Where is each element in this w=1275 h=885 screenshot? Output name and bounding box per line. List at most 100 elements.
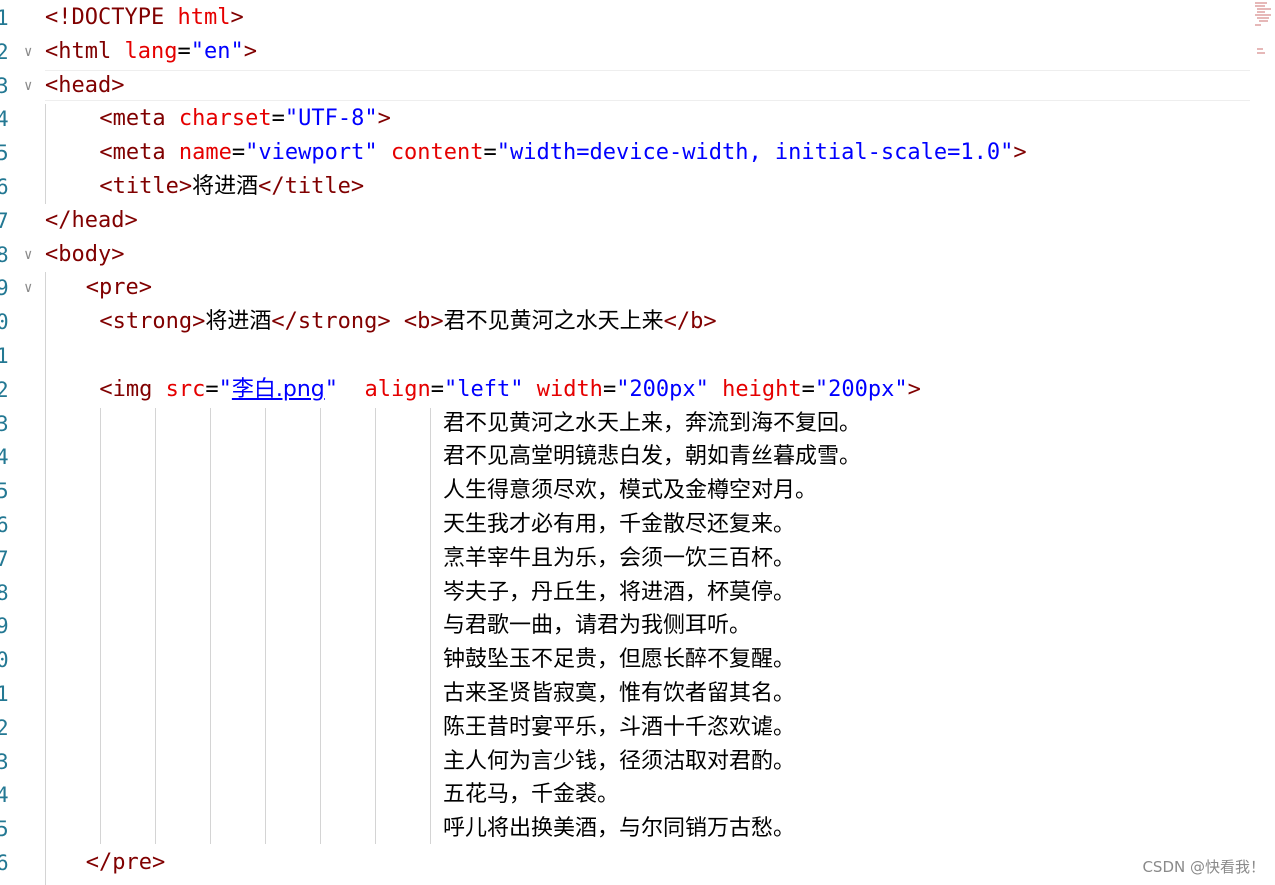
- code-token: content: [390, 140, 484, 166]
- code-token: 将进酒: [192, 174, 259, 199]
- code-token: ": [324, 376, 365, 402]
- line-number: 8: [0, 580, 9, 605]
- code-text: <pre>: [86, 271, 152, 305]
- line-number: 0: [0, 648, 9, 673]
- poem-line: 陈王昔时宴平乐，斗酒十千恣欢谑。: [443, 714, 796, 740]
- code-text: <head>: [45, 69, 124, 103]
- code-line[interactable]: 0 钟鼓坠玉不足贵，但愿长醉不复醒。: [0, 643, 1250, 677]
- code-token: "left": [443, 376, 537, 402]
- code-text: 主人何为言少钱，径须沽取对君酌。: [443, 745, 795, 779]
- code-line[interactable]: 3 君不见黄河之水天上来，奔流到海不复回。: [0, 407, 1250, 441]
- code-text: <strong>将进酒</strong> <b>君不见黄河之水天上来</b>: [99, 305, 716, 339]
- minimap-mark: [1257, 11, 1265, 13]
- minimap-mark: [1255, 14, 1271, 16]
- code-token: "width=device-width, initial-scale=1.0": [496, 140, 1014, 166]
- code-token: >: [377, 106, 391, 132]
- code-token[interactable]: 李白.png: [232, 377, 325, 402]
- code-line[interactable]: 3 主人何为言少钱，径须沽取对君酌。: [0, 745, 1250, 779]
- code-line[interactable]: 6 <title>将进酒</title>: [0, 170, 1250, 204]
- indent-guide: [265, 408, 266, 844]
- poem-line: 人生得意须尽欢，模式及金樽空对月。: [443, 478, 818, 504]
- code-token: </title>: [258, 174, 365, 199]
- code-text: </head>: [45, 204, 138, 238]
- minimap-mark: [1255, 24, 1261, 26]
- code-token: <head>: [45, 72, 125, 98]
- code-token: =: [483, 140, 497, 166]
- line-number: 4: [0, 107, 9, 132]
- line-number: 1: [0, 344, 9, 368]
- code-text: 君不见黄河之水天上来，奔流到海不复回。: [443, 407, 861, 441]
- line-number: 6: [0, 851, 9, 875]
- code-line[interactable]: 8 岑夫子，丹丘生，将进酒，杯莫停。: [0, 576, 1250, 610]
- poem-line: 钟鼓坠玉不足贵，但愿长醉不复醒。: [443, 647, 796, 673]
- indent-guide: [430, 408, 431, 844]
- line-number: 5: [0, 817, 9, 842]
- minimap-mark: [1257, 8, 1271, 10]
- minimap-mark: [1257, 48, 1263, 50]
- fold-chevron-icon[interactable]: ∨: [24, 238, 38, 272]
- code-token: <html: [45, 38, 125, 64]
- code-line[interactable]: 1 古来圣贤皆寂寞，惟有饮者留其名。: [0, 677, 1250, 711]
- code-token: ": [218, 376, 232, 402]
- code-line[interactable]: 1: [0, 339, 1250, 373]
- code-token: height: [722, 376, 802, 402]
- code-line[interactable]: 7 烹羊宰牛且为乐，会须一饮三百杯。: [0, 542, 1250, 576]
- line-number: 9: [0, 276, 9, 301]
- code-token: "UTF-8": [284, 106, 378, 132]
- code-line[interactable]: 1 <!DOCTYPE html>: [0, 1, 1250, 35]
- fold-chevron-icon[interactable]: ∨: [24, 69, 38, 103]
- code-line[interactable]: 2 ∨ <html lang="en">: [0, 35, 1250, 69]
- code-token: <title>: [99, 174, 193, 199]
- code-line[interactable]: 7 </head>: [0, 204, 1250, 238]
- poem-line: 岑夫子，丹丘生，将进酒，杯莫停。: [443, 579, 796, 605]
- code-token: lang: [124, 38, 178, 64]
- code-token: </head>: [45, 207, 138, 233]
- code-text: 岑夫子，丹丘生，将进酒，杯莫停。: [443, 576, 795, 610]
- code-line[interactable]: 5 人生得意须尽欢，模式及金樽空对月。: [0, 474, 1250, 508]
- code-line[interactable]: 8 ∨ <body>: [0, 238, 1250, 272]
- code-token: "200px": [814, 376, 908, 402]
- code-token: </pre>: [85, 850, 166, 875]
- code-line[interactable]: 2 <img src="李白.png" align="left" width="2…: [0, 373, 1250, 407]
- code-text: 烹羊宰牛且为乐，会须一饮三百杯。: [443, 542, 795, 576]
- fold-chevron-icon[interactable]: ∨: [24, 271, 38, 305]
- code-line[interactable]: 2 陈王昔时宴平乐，斗酒十千恣欢谑。: [0, 711, 1250, 745]
- indent-guide: [155, 408, 156, 844]
- code-line[interactable]: 6 天生我才必有用，千金散尽还复来。: [0, 508, 1250, 542]
- poem-line: 呼儿将出换美酒，与尔同销万古愁。: [443, 816, 796, 842]
- code-editor[interactable]: 1 <!DOCTYPE html> 2 ∨ <html lang="en"> 3 ∨ <hea…: [0, 0, 1275, 885]
- code-text: 君不见高堂明镜悲白发，朝如青丝暮成雪。: [443, 440, 861, 474]
- code-token: <!DOCTYPE: [45, 5, 178, 30]
- code-line[interactable]: 5 呼儿将出换美酒，与尔同销万古愁。: [0, 812, 1250, 846]
- code-line[interactable]: 0 <strong>将进酒</strong> <b>君不见黄河之水天上来</b>: [0, 305, 1250, 339]
- code-text: <!DOCTYPE html>: [45, 1, 244, 35]
- line-number: 5: [0, 141, 9, 166]
- minimap-mark: [1255, 2, 1267, 4]
- code-line[interactable]: 5 <meta name="viewport" content="width=de…: [0, 136, 1250, 170]
- minimap-mark: [1257, 17, 1269, 19]
- code-token: =: [801, 376, 815, 402]
- indent-guide: [210, 408, 211, 844]
- line-number: 9: [0, 614, 9, 639]
- code-token: >: [907, 376, 921, 402]
- line-number: 4: [0, 783, 9, 808]
- code-line[interactable]: 6 </pre>: [0, 846, 1250, 880]
- line-number: 3: [0, 749, 9, 774]
- code-line[interactable]: 4 <meta charset="UTF-8">: [0, 102, 1250, 136]
- line-number: 1: [0, 6, 9, 30]
- code-line[interactable]: 3 ∨ <head>: [0, 69, 1250, 103]
- code-line[interactable]: 4 君不见高堂明镜悲白发，朝如青丝暮成雪。: [0, 440, 1250, 474]
- code-token: =: [430, 376, 444, 402]
- fold-chevron-icon[interactable]: ∨: [24, 35, 38, 69]
- code-text: 呼儿将出换美酒，与尔同销万古愁。: [443, 812, 795, 846]
- poem-line: 与君歌一曲，请君为我侧耳听。: [443, 613, 752, 639]
- code-text: 古来圣贤皆寂寞，惟有饮者留其名。: [443, 677, 795, 711]
- code-line[interactable]: 9 与君歌一曲，请君为我侧耳听。: [0, 609, 1250, 643]
- code-line[interactable]: 9 ∨ <pre>: [0, 271, 1250, 305]
- code-text: 与君歌一曲，请君为我侧耳听。: [443, 609, 751, 643]
- poem-line: 君不见黄河之水天上来，奔流到海不复回。: [443, 410, 862, 436]
- minimap[interactable]: [1255, 0, 1275, 60]
- code-token: >: [243, 38, 257, 64]
- code-line[interactable]: 4 五花马，千金裘。: [0, 778, 1250, 812]
- line-number: 4: [0, 445, 9, 470]
